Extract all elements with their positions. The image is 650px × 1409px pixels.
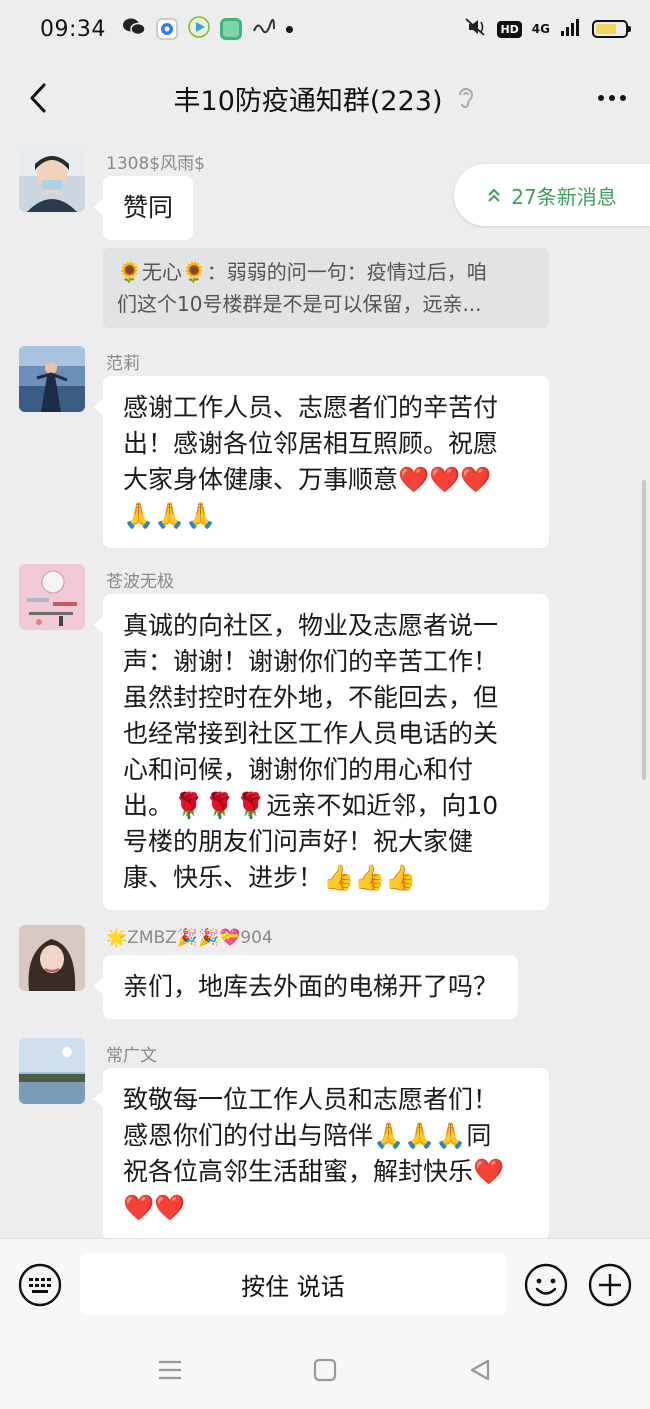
menu-icon — [159, 1360, 181, 1380]
hd-badge: HD — [497, 20, 522, 38]
chat-header: 丰10防疫通知群(223) — [0, 58, 650, 138]
message-bubble[interactable]: 亲们，地库去外面的电梯开了吗？ — [92, 955, 519, 1019]
mute-icon — [463, 16, 487, 42]
home-square-icon — [313, 1358, 337, 1382]
avatar[interactable] — [19, 564, 85, 630]
new-messages-button[interactable]: 27条新消息 — [454, 164, 650, 226]
quote-text: 🌻无心🌻：弱弱的问一句：疫情过后，咱 — [117, 260, 487, 284]
message-text: 号楼的朋友们问声好！祝大家健 — [123, 827, 474, 856]
status-time: 09:34 — [40, 16, 106, 42]
message-text: 感恩你们的付出与陪伴🙏🙏🙏同 — [123, 1121, 492, 1150]
message-text: 声：谢谢！谢谢你们的辛苦工作！ — [123, 647, 499, 676]
message-text: 祝各位高邻生活甜蜜，解封快乐❤️ — [123, 1157, 505, 1186]
sender-name: 范莉 — [106, 354, 140, 374]
avatar[interactable] — [19, 346, 85, 412]
more-dot — [609, 95, 615, 101]
chevron-left-icon — [30, 83, 46, 113]
avatar[interactable] — [19, 1038, 85, 1104]
back-triangle-icon — [470, 1359, 490, 1381]
app-icon-blue — [155, 18, 178, 40]
message-text: 真诚的向社区，物业及志愿者说一 — [123, 611, 499, 640]
signal-icon — [560, 17, 582, 41]
plus-icon — [588, 1263, 632, 1307]
message-bubble[interactable]: 感谢工作人员、志愿者们的辛苦付 出！感谢各位邻居相互照顾。祝愿 大家身体健康、万… — [93, 376, 549, 548]
emoji-icon — [524, 1263, 568, 1307]
sender-name: 常广文 — [106, 1046, 157, 1066]
status-bar: 09:34 HD 4G — [0, 0, 650, 58]
new-messages-label: 27条新消息 — [511, 184, 617, 209]
system-navigation-bar — [0, 1330, 650, 1409]
sender-name: 1308$风雨$ — [106, 154, 205, 174]
wechat-icon — [122, 17, 146, 41]
scrollbar[interactable] — [642, 480, 646, 780]
network-type: 4G — [531, 22, 550, 36]
avatar[interactable] — [19, 146, 85, 212]
message-text: 感谢工作人员、志愿者们的辛苦付 — [123, 393, 499, 422]
ear-mode-icon — [454, 85, 476, 111]
message-text: 出！感谢各位邻居相互照顾。祝愿 — [123, 429, 499, 458]
app-icon-green — [219, 18, 242, 40]
sender-name: 苍波无极 — [106, 572, 174, 592]
hold-to-talk-button[interactable]: 按住 说话 — [80, 1253, 506, 1315]
message-text: 出。🌹🌹🌹远亲不如近邻，向10 — [123, 791, 499, 820]
message-text: 亲们，地库去外面的电梯开了吗？ — [123, 972, 499, 1001]
notification-icons — [122, 16, 293, 42]
keyboard-icon — [18, 1263, 62, 1307]
message-text: ❤️❤️ — [123, 1193, 186, 1222]
message-bubble[interactable]: 真诚的向社区，物业及志愿者说一 声：谢谢！谢谢你们的辛苦工作！ 虽然封控时在外地… — [93, 594, 549, 910]
home-nav-button[interactable] — [311, 1356, 339, 1384]
message-text: 赞同 — [123, 193, 174, 222]
quote-text: 们这个10号楼群是不是可以保留，远亲... — [117, 292, 482, 316]
hold-to-talk-label: 按住 说话 — [241, 1272, 345, 1301]
message-bubble[interactable]: 致敬每一位工作人员和志愿者们！ 感恩你们的付出与陪伴🙏🙏🙏同 祝各位高邻生活甜蜜… — [93, 1068, 549, 1240]
keyboard-toggle-button[interactable] — [18, 1263, 62, 1307]
emoji-button[interactable] — [524, 1263, 568, 1307]
avatar[interactable] — [19, 925, 85, 991]
battery-icon — [592, 20, 631, 38]
double-chevron-up-icon — [488, 188, 500, 202]
menu-nav-button[interactable] — [156, 1356, 184, 1384]
chat-title: 丰10防疫通知群(223) — [173, 85, 443, 117]
input-bar: 按住 说话 — [0, 1238, 650, 1330]
message-text: 康、快乐、进步！👍👍👍 — [123, 863, 417, 892]
message-bubble[interactable]: 赞同 — [92, 176, 194, 240]
more-dot — [598, 95, 604, 101]
message-text: 心和问候，谢谢你们的用心和付 — [123, 755, 474, 784]
back-nav-button[interactable] — [466, 1356, 494, 1384]
play-icon — [188, 16, 210, 42]
message-text: 🙏🙏🙏 — [123, 501, 217, 530]
more-options-button[interactable] — [592, 78, 632, 118]
more-dot — [620, 95, 626, 101]
message-text: 虽然封控时在外地，不能回去，但 — [123, 683, 499, 712]
more-functions-button[interactable] — [588, 1263, 632, 1307]
message-text: 致敬每一位工作人员和志愿者们！ — [123, 1085, 499, 1114]
back-button[interactable] — [18, 78, 58, 118]
message-text: 也经常接到社区工作人员电话的关 — [123, 719, 499, 748]
chat-title-wrap: 丰10防疫通知群(223) — [174, 79, 477, 118]
app-icon-script — [252, 17, 276, 41]
message-text: 大家身体健康、万事顺意❤️❤️❤️ — [123, 465, 492, 494]
more-notifications-dot — [285, 25, 293, 33]
quoted-message[interactable]: 🌻无心🌻：弱弱的问一句：疫情过后，咱 们这个10号楼群是不是可以保留，远亲... — [103, 248, 549, 328]
sender-name: 🌟ZMBZ🎉🎉💝904 — [106, 928, 273, 948]
status-right: HD 4G — [463, 16, 631, 42]
